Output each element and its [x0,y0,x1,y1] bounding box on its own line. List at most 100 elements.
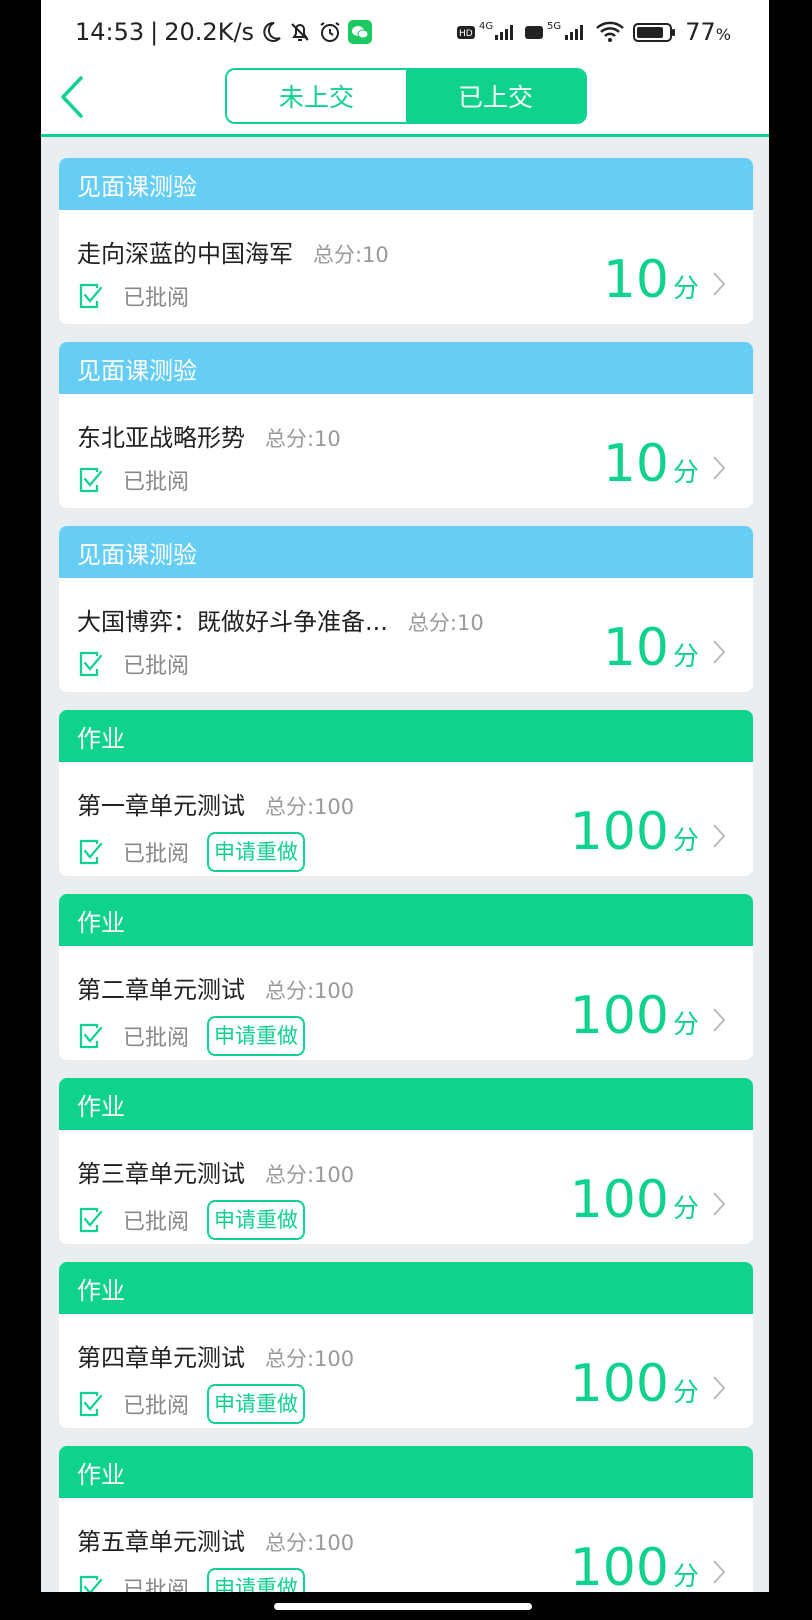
score-value: 100 [569,986,669,1046]
chevron-right-icon [713,272,726,296]
card-title-row: 第五章单元测试 总分:100 [77,1522,354,1557]
card-score: 100 分 [570,1174,699,1226]
card-category-header: 见面课测验 [59,342,753,394]
card-title-row: 东北亚战略形势 总分:10 [77,418,341,453]
alarm-icon [320,22,340,42]
request-redo-button[interactable]: 申请重做 [207,1016,306,1056]
assignment-card[interactable]: 作业 第四章单元测试 总分:100 已批阅 申请重做 100 分 [59,1262,753,1428]
reviewed-icon [79,467,103,493]
review-status: 已批阅 [123,1026,190,1051]
card-category: 作业 [77,1092,125,1121]
assignment-card[interactable]: 作业 第一章单元测试 总分:100 已批阅 申请重做 100 分 [59,710,753,876]
assignment-card[interactable]: 作业 第五章单元测试 总分:100 已批阅 申请重做 100 分 [59,1446,753,1592]
status-time: 14:53 [75,18,145,46]
assignment-card[interactable]: 见面课测验 大国博弈：既做好斗争准备... 总分:10 已批阅 10 分 [59,526,753,692]
battery-icon [633,23,676,42]
submission-tabs: 未上交 已上交 [225,68,587,124]
status-speed: 20.2K/s [164,18,255,46]
card-category-header: 作业 [59,1262,753,1314]
score-unit: 分 [672,1010,699,1040]
status-left: 14:53 | 20.2K/s [75,18,373,46]
request-redo-button[interactable]: 申请重做 [207,832,306,872]
chevron-right-icon [713,456,726,480]
card-score: 100 分 [570,806,699,858]
card-score: 100 分 [570,990,699,1042]
card-status-row: 已批阅 申请重做 [77,1384,306,1424]
reviewed-icon [79,1207,103,1233]
request-redo-button[interactable]: 申请重做 [207,1200,306,1240]
score-value: 100 [569,1538,669,1592]
card-status-row: 已批阅 申请重做 [77,832,306,872]
card-total-score: 总分:100 [265,795,355,819]
card-title-row: 第二章单元测试 总分:100 [77,970,354,1005]
score-value: 100 [569,1170,669,1230]
back-arrow-icon[interactable] [55,72,89,122]
review-status: 已批阅 [123,1578,190,1592]
assignment-card[interactable]: 作业 第三章单元测试 总分:100 已批阅 申请重做 100 分 [59,1078,753,1244]
card-category: 作业 [77,724,125,753]
card-total-score: 总分:10 [407,611,484,635]
card-title-row: 第三章单元测试 总分:100 [77,1154,354,1189]
chevron-right-icon [713,1008,726,1032]
score-value: 100 [569,1354,669,1414]
home-indicator[interactable] [274,1603,532,1610]
card-title-row: 走向深蓝的中国海军 总分:10 [77,234,389,269]
nav-bar: 未上交 已上交 [41,64,769,136]
card-title: 东北亚战略形势 [77,424,245,452]
assignment-card[interactable]: 作业 第二章单元测试 总分:100 已批阅 申请重做 100 分 [59,894,753,1060]
review-status: 已批阅 [123,1210,190,1235]
card-category: 见面课测验 [77,356,197,385]
card-status-row: 已批阅 [77,648,189,680]
assignment-card[interactable]: 见面课测验 东北亚战略形势 总分:10 已批阅 10 分 [59,342,753,508]
card-category: 作业 [77,1460,125,1489]
score-unit: 分 [672,642,699,672]
card-title: 大国博弈：既做好斗争准备... [77,608,388,636]
tab-not-submitted[interactable]: 未上交 [227,70,406,122]
nav-divider [41,134,769,137]
card-title-row: 大国博弈：既做好斗争准备... 总分:10 [77,602,484,637]
moon-icon [263,21,281,42]
review-status: 已批阅 [123,842,190,867]
score-unit: 分 [672,1378,699,1408]
request-redo-button[interactable]: 申请重做 [207,1384,306,1424]
card-score: 10 分 [603,254,699,306]
card-status-row: 已批阅 申请重做 [77,1016,306,1056]
chevron-right-icon [713,1560,726,1584]
hd-signal-icon-1: HD 4G [457,21,514,40]
svg-text:5G: 5G [547,21,561,32]
card-score: 10 分 [603,438,699,490]
assignment-card[interactable]: 见面课测验 走向深蓝的中国海军 总分:10 已批阅 10 分 [59,158,753,324]
card-category-header: 见面课测验 [59,526,753,578]
card-category: 见面课测验 [77,540,197,569]
card-score: 10 分 [603,622,699,674]
card-title-row: 第四章单元测试 总分:100 [77,1338,354,1373]
card-score: 100 分 [570,1358,699,1410]
reviewed-icon [79,651,103,677]
chevron-right-icon [713,1376,726,1400]
tab-submitted[interactable]: 已上交 [406,70,585,122]
card-total-score: 总分:10 [313,243,389,267]
card-total-score: 总分:100 [265,1347,355,1371]
status-right: HD 4G 5G 77% [457,18,731,46]
reviewed-icon [79,283,103,309]
score-unit: 分 [672,1194,699,1224]
score-unit: 分 [672,1562,699,1592]
hd-signal-icon-2: 5G [525,21,584,40]
app-screen: 14:53 | 20.2K/s HD 4G 5G 77% 未上交 已上交 见面课… [41,0,769,1592]
card-title: 第一章单元测试 [77,792,245,820]
svg-text:4G: 4G [479,21,493,32]
card-total-score: 总分:100 [265,1531,355,1555]
request-redo-button[interactable]: 申请重做 [207,1568,306,1592]
card-status-row: 已批阅 申请重做 [77,1200,306,1240]
card-category-header: 作业 [59,710,753,762]
card-category: 见面课测验 [77,172,197,201]
score-value: 10 [602,618,669,678]
score-unit: 分 [672,826,699,856]
card-status-row: 已批阅 申请重做 [77,1568,306,1592]
card-status-row: 已批阅 [77,464,189,496]
card-total-score: 总分:100 [265,1163,355,1187]
reviewed-icon [79,1575,103,1592]
review-status: 已批阅 [123,654,190,679]
score-value: 100 [569,802,669,862]
status-bar: 14:53 | 20.2K/s HD 4G 5G 77% [41,14,769,54]
